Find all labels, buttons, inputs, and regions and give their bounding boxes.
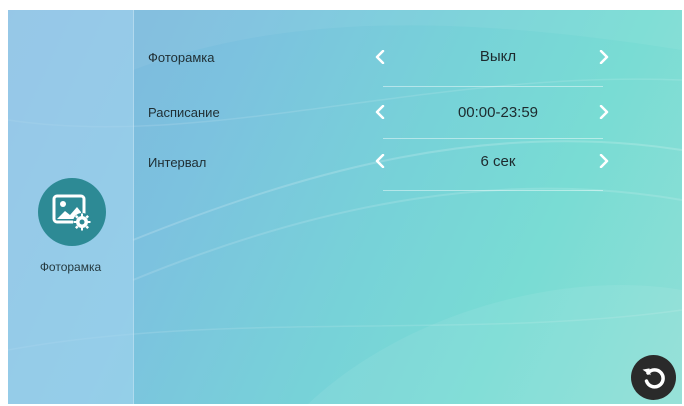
sidebar-label: Фоторамка xyxy=(39,260,102,274)
setting-label-photo-frame: Фоторамка xyxy=(148,50,215,65)
chevron-right-icon[interactable] xyxy=(595,152,613,170)
chevron-right-icon[interactable] xyxy=(595,48,613,66)
setting-label-schedule: Расписание xyxy=(148,105,220,120)
chevron-left-icon[interactable] xyxy=(371,48,389,66)
setting-value-schedule: 00:00-23:59 xyxy=(457,104,539,121)
photo-frame-settings-icon[interactable] xyxy=(38,178,106,246)
row-divider xyxy=(383,86,603,87)
back-button[interactable] xyxy=(631,355,676,400)
row-divider xyxy=(383,190,603,191)
chevron-left-icon[interactable] xyxy=(371,152,389,170)
row-divider xyxy=(383,138,603,139)
setting-label-interval: Интервал xyxy=(148,155,207,170)
setting-value-photo-frame: Выкл xyxy=(479,48,517,65)
sidebar: Фоторамка xyxy=(8,10,134,404)
settings-screen: Фоторамка Фоторамка Выкл Расписание 00:0… xyxy=(8,10,682,404)
chevron-left-icon[interactable] xyxy=(371,103,389,121)
setting-value-interval: 6 сек xyxy=(480,153,516,170)
back-arrow-icon xyxy=(642,367,665,389)
chevron-right-icon[interactable] xyxy=(595,103,613,121)
